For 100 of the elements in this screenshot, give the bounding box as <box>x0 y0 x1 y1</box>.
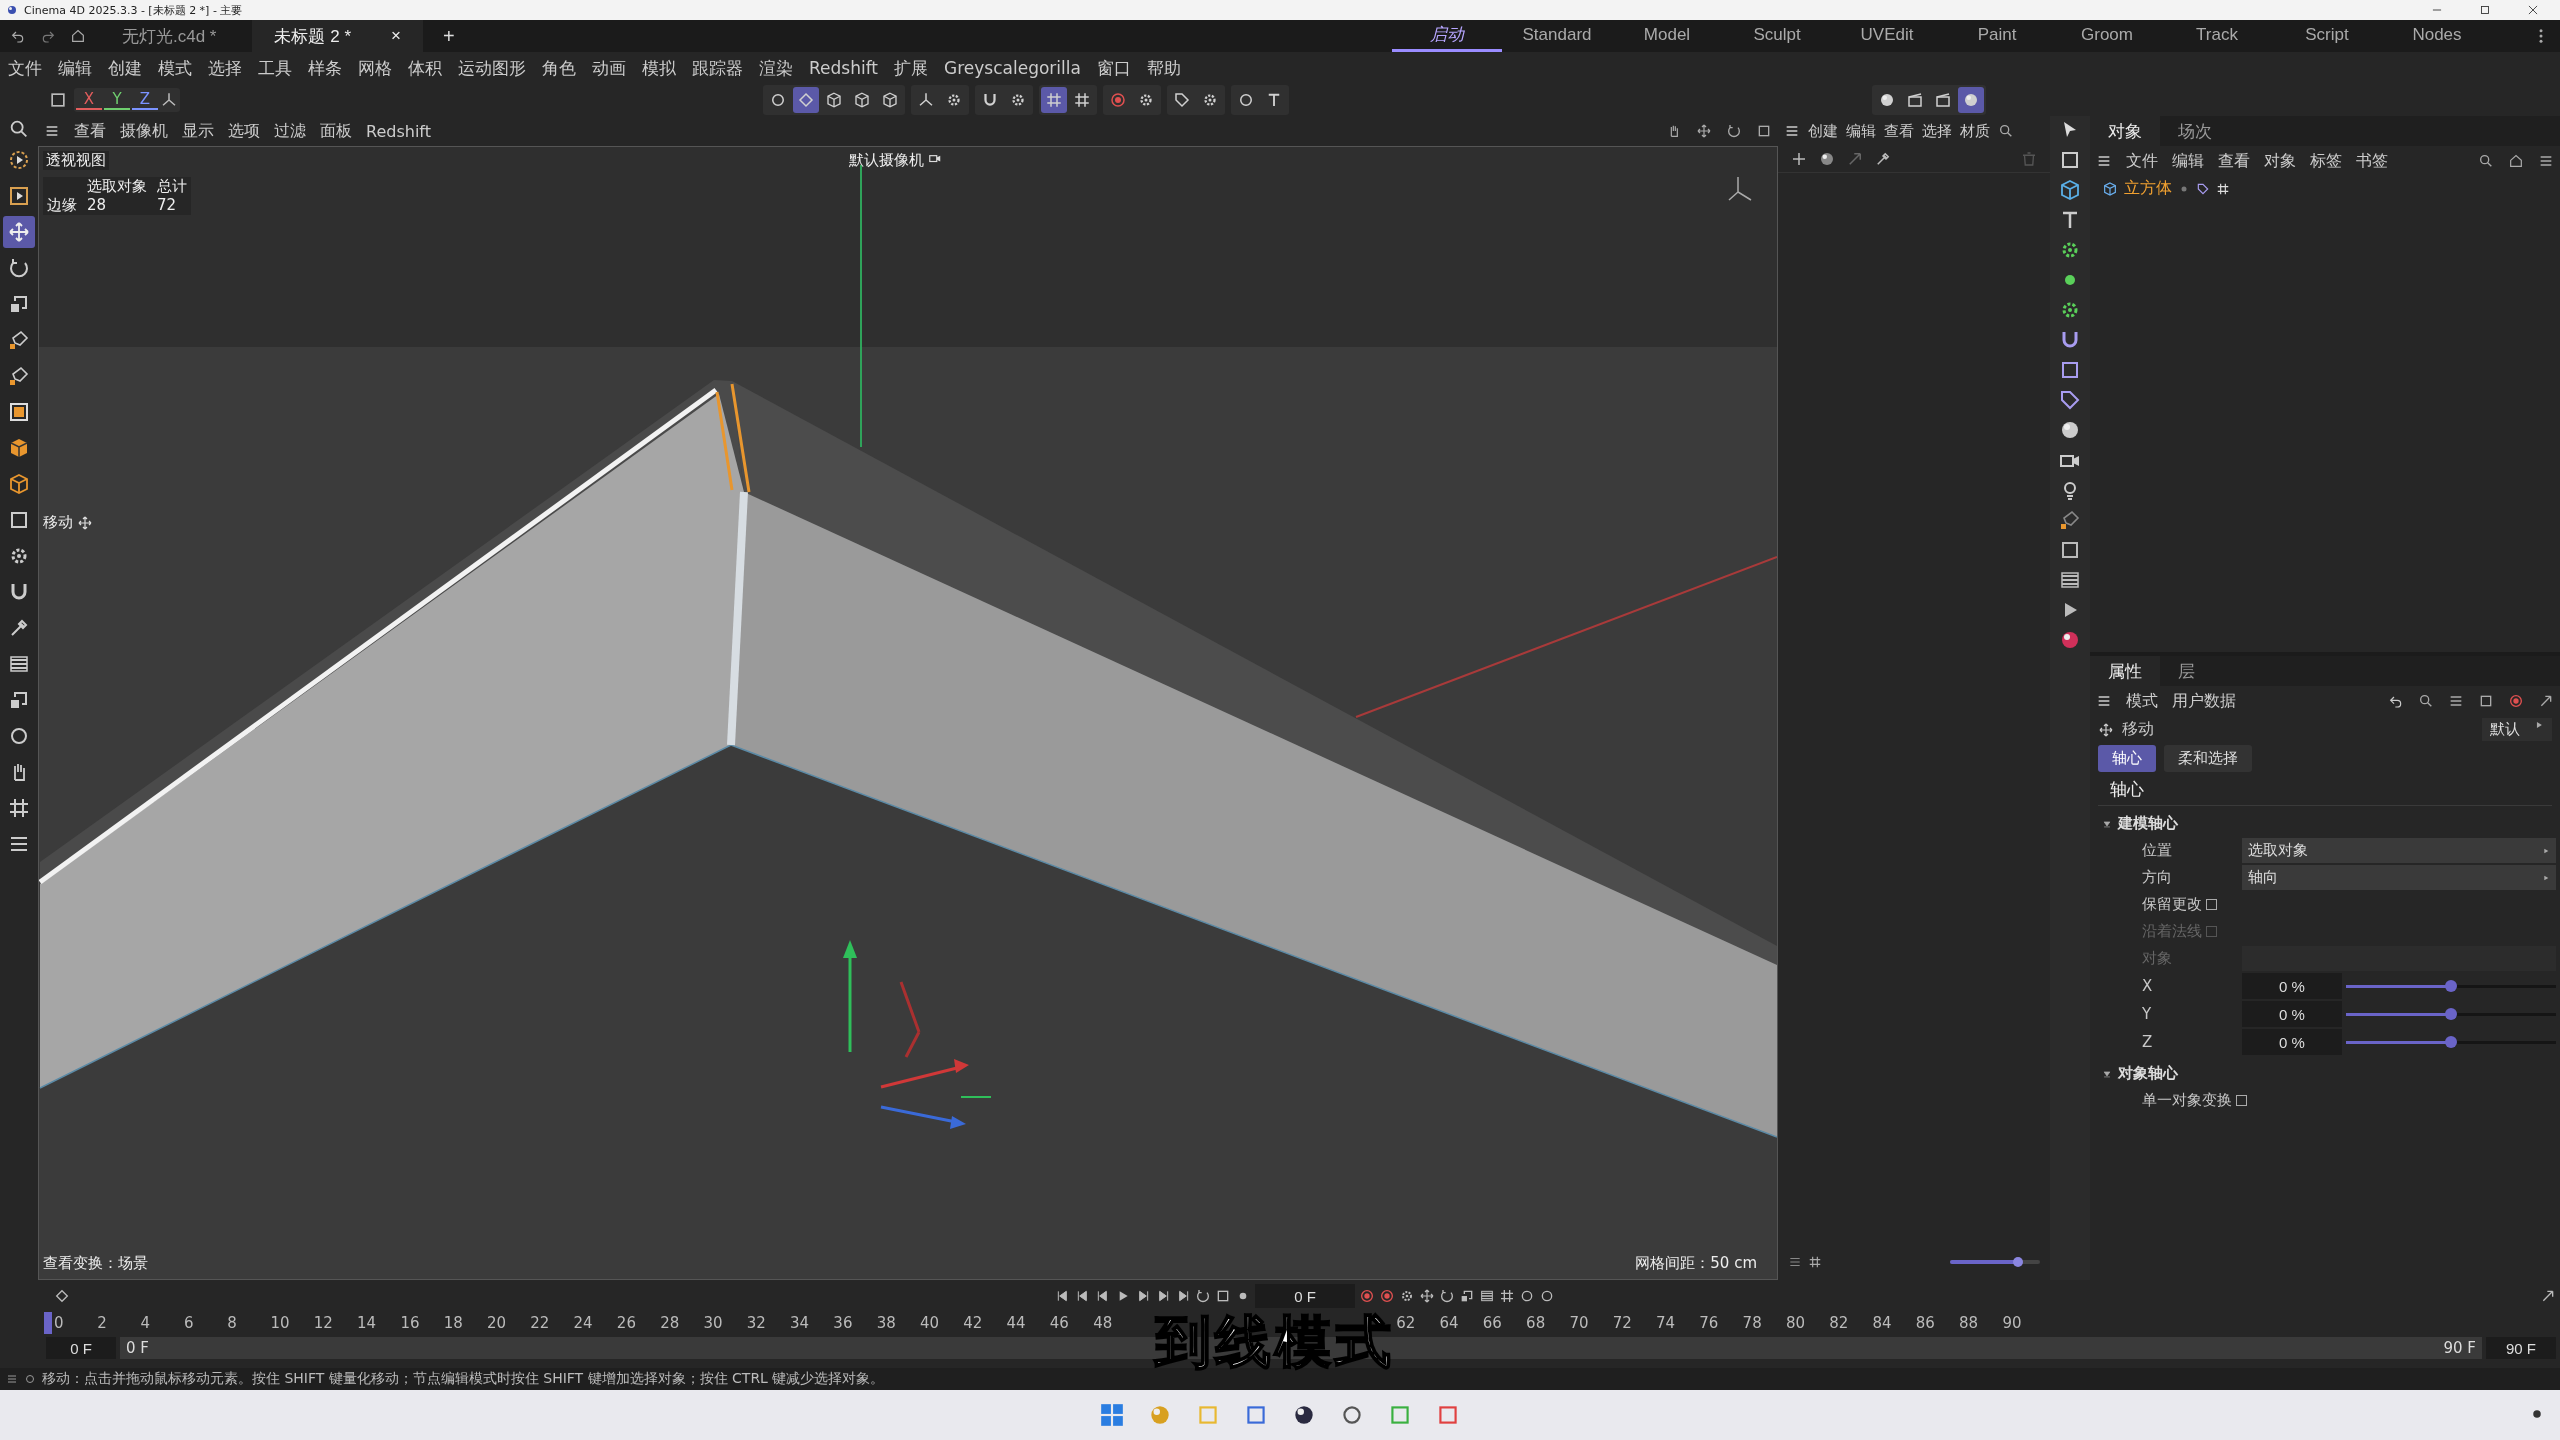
target-icon[interactable] <box>1109 91 1127 109</box>
number-field[interactable]: 0 % <box>2242 1001 2342 1027</box>
menu-item[interactable]: 角色 <box>542 56 576 80</box>
orbit-icon[interactable] <box>1726 123 1742 139</box>
menu-item[interactable]: 模式 <box>158 56 192 80</box>
slider-thumb[interactable] <box>2445 1035 2457 1048</box>
parameter-key-icon[interactable] <box>1479 1288 1495 1304</box>
menu-item[interactable]: Greyscalegorilla <box>944 58 1081 78</box>
preset-dropdown[interactable]: 默认 <box>2482 718 2552 741</box>
search-icon[interactable] <box>8 118 30 140</box>
menu-item[interactable]: 动画 <box>592 56 626 80</box>
sub-tab[interactable]: 柔和选择 <box>2164 745 2252 772</box>
menu-icon[interactable] <box>6 1373 18 1385</box>
menu-icon[interactable] <box>1784 123 1800 139</box>
scale-key-icon[interactable] <box>1459 1288 1475 1304</box>
menu-icon[interactable] <box>2096 693 2112 709</box>
menu-item[interactable]: 扩展 <box>894 56 928 80</box>
chevron-icon[interactable] <box>2102 1068 2112 1079</box>
axis-toggle[interactable]: Y <box>104 90 130 110</box>
maximize-icon[interactable] <box>2478 3 2492 17</box>
menu-item[interactable]: Redshift <box>366 121 431 141</box>
loop-icon[interactable] <box>1195 1288 1211 1304</box>
menu-item[interactable]: 查看 <box>2218 150 2250 172</box>
key-settings-icon[interactable] <box>1399 1288 1415 1304</box>
filter-icon[interactable] <box>2448 693 2464 709</box>
layout-tab[interactable]: Standard <box>1502 20 1612 52</box>
menu-item[interactable]: 选择 <box>1922 121 1952 141</box>
menu-item[interactable]: 运动图形 <box>458 56 526 80</box>
axis-icon[interactable] <box>917 91 935 109</box>
panel-tab[interactable]: 场次 <box>2160 116 2230 146</box>
rotation-key-icon[interactable] <box>1439 1288 1455 1304</box>
add-icon[interactable] <box>1790 150 1808 168</box>
list-view-icon[interactable] <box>1788 1255 1802 1269</box>
dropdown[interactable]: 选取对象 <box>2242 838 2556 863</box>
point-level-icon[interactable] <box>1499 1288 1515 1304</box>
document-tab[interactable]: 无灯光.c4d * <box>100 20 239 52</box>
layout-tab[interactable]: Paint <box>1942 20 2052 52</box>
menu-item[interactable]: 渲染 <box>759 56 793 80</box>
grid-snap-icon[interactable] <box>1073 91 1091 109</box>
chevron-icon[interactable] <box>2102 818 2112 829</box>
tag-icon[interactable] <box>2196 181 2210 196</box>
menu-item[interactable]: 窗口 <box>1096 56 1131 80</box>
start-frame-field[interactable]: 0 F <box>46 1337 116 1359</box>
cube-icon[interactable] <box>2058 178 2082 202</box>
edit-icon[interactable] <box>2058 508 2082 532</box>
render-settings-icon[interactable] <box>1934 91 1952 109</box>
number-field[interactable]: 0 % <box>2242 973 2342 999</box>
slider-thumb[interactable] <box>2445 1007 2457 1020</box>
menu-item[interactable]: 跟踪器 <box>692 56 743 80</box>
layout-tab[interactable]: 启动 <box>1392 20 1502 52</box>
menu-item[interactable]: 选项 <box>228 120 260 142</box>
camera-name[interactable]: 默认摄像机 <box>849 151 924 170</box>
dropdown[interactable]: 轴向 <box>2242 865 2556 890</box>
search-icon[interactable] <box>1998 123 2014 139</box>
render-view-icon[interactable] <box>1878 91 1896 109</box>
menu-item[interactable]: 创建 <box>1808 121 1838 141</box>
menu-icon[interactable] <box>2096 153 2112 169</box>
menu-item[interactable]: 网格 <box>358 56 392 80</box>
menu-item[interactable]: 用户数据 <box>2172 690 2236 712</box>
slider-thumb[interactable] <box>2445 979 2457 992</box>
position-key-icon[interactable] <box>1419 1288 1435 1304</box>
panel-tab[interactable]: 属性 <box>2090 656 2160 686</box>
box-selection-icon[interactable] <box>7 184 31 208</box>
axis-toggle[interactable]: X <box>76 90 102 110</box>
arrow-icon[interactable] <box>1846 150 1864 168</box>
menu-item[interactable]: 对象 <box>2264 150 2296 172</box>
menu-item[interactable]: 帮助 <box>1146 56 1181 80</box>
start-icon[interactable] <box>1099 1402 1125 1428</box>
spline-icon[interactable] <box>2058 388 2082 412</box>
menu-item[interactable]: 文件 <box>8 56 42 80</box>
texture-mode-icon[interactable] <box>881 91 899 109</box>
menu-item[interactable]: 摄像机 <box>120 120 168 142</box>
record-icon[interactable] <box>1359 1288 1375 1304</box>
coordinate-system-icon[interactable] <box>160 91 178 109</box>
new-tab-button[interactable]: + <box>436 23 461 49</box>
menu-item[interactable]: 编辑 <box>58 56 92 80</box>
archive-icon[interactable] <box>48 90 68 110</box>
layout-tab[interactable]: Sculpt <box>1722 20 1832 52</box>
home-icon[interactable] <box>70 28 86 44</box>
layout-tab[interactable]: UVEdit <box>1832 20 1942 52</box>
menu-item[interactable]: 材质 <box>1960 121 1990 141</box>
panel-tab[interactable]: 层 <box>2160 656 2213 686</box>
checker-tag-icon[interactable] <box>2216 181 2230 196</box>
pipette-icon[interactable] <box>1874 150 1892 168</box>
layout-tab[interactable]: Groom <box>2052 20 2162 52</box>
slider-thumb[interactable] <box>2012 1257 2023 1267</box>
grid-icon[interactable] <box>1045 91 1063 109</box>
cube-object-icon[interactable] <box>2102 180 2118 197</box>
filter-icon[interactable] <box>2538 153 2554 169</box>
layout-tab[interactable]: Script <box>2272 20 2382 52</box>
menu-item[interactable]: 工具 <box>258 56 292 80</box>
layout-tab[interactable]: Model <box>1612 20 1722 52</box>
dolly-icon[interactable] <box>1696 123 1712 139</box>
zoom-slider[interactable] <box>1950 1260 2040 1264</box>
keyframe-icon[interactable] <box>54 1288 70 1304</box>
point-mode-icon[interactable] <box>769 91 787 109</box>
menu-item[interactable]: 面板 <box>320 120 352 142</box>
menu-item[interactable]: 编辑 <box>2172 150 2204 172</box>
rotate-icon[interactable] <box>7 256 31 280</box>
material-sphere-icon[interactable] <box>1962 91 1980 109</box>
